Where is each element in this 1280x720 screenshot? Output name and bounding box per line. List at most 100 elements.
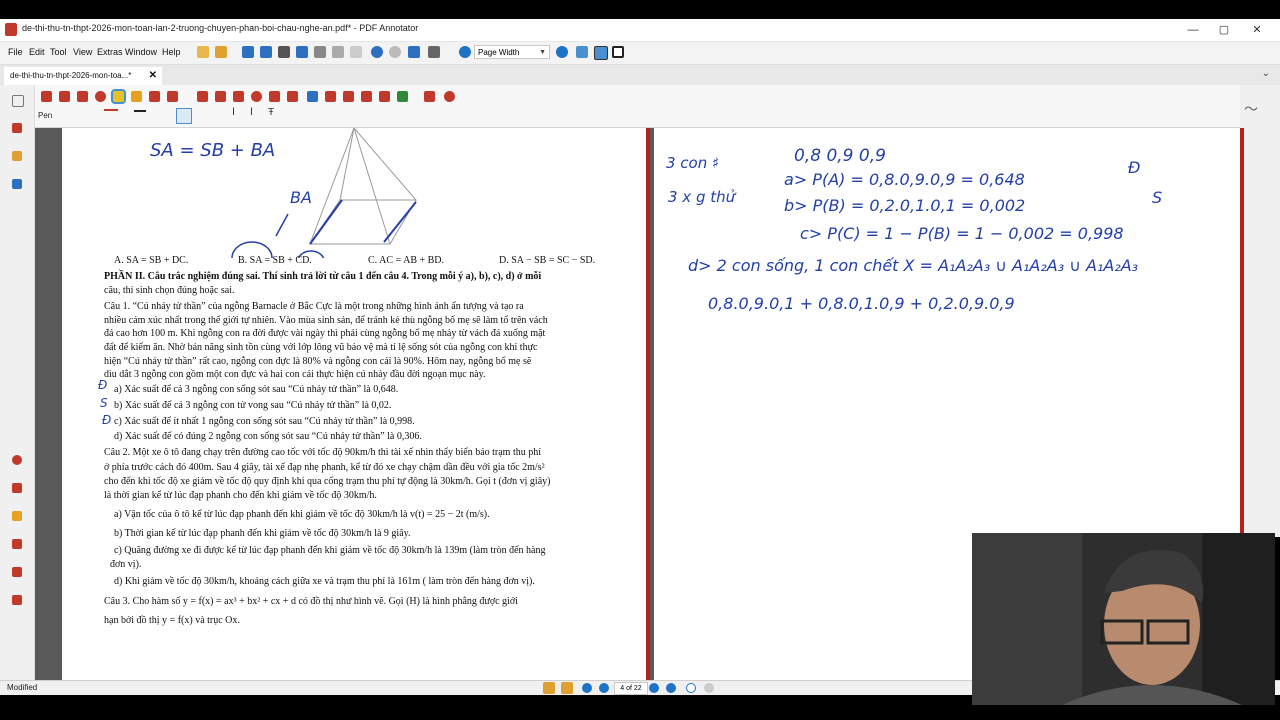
prev-page-icon[interactable] <box>599 683 609 693</box>
margin-mark-b: S <box>100 396 108 410</box>
menu-tool[interactable]: Tool <box>50 47 67 57</box>
smooth-pen-icon[interactable] <box>176 108 192 124</box>
note-mark: S <box>1152 188 1163 207</box>
question-2: Câu 2. Một xe ô tô đang chạy trên đường … <box>104 447 542 458</box>
pen-color-icon[interactable] <box>104 109 118 111</box>
paste-icon[interactable] <box>350 46 362 58</box>
annotation-toolbar <box>0 85 1280 128</box>
forward-icon[interactable] <box>704 683 714 693</box>
open-folder-icon[interactable] <box>215 46 227 58</box>
handwritten-vector-eq: SA = SB + BA <box>150 140 276 161</box>
question-1: Câu 1. “Cú nhảy tử thần” của ngỗng Barna… <box>104 301 524 312</box>
bookmark-icon[interactable] <box>543 682 555 694</box>
side-arrow-icon[interactable] <box>12 595 22 605</box>
save-icon[interactable] <box>242 46 254 58</box>
note-line: 0,8.0,9.0,1 + 0,8.0,1.0,9 + 0,2.0,9.0,9 <box>708 294 1015 313</box>
zoom-in-icon[interactable] <box>556 46 568 58</box>
cut-icon[interactable] <box>314 46 326 58</box>
attachment-icon[interactable] <box>12 179 22 189</box>
camera-icon[interactable] <box>343 91 354 102</box>
text-underline-icon[interactable]: Ⅰ <box>250 107 253 118</box>
two-page-icon[interactable] <box>594 46 608 60</box>
fullscreen-icon[interactable] <box>612 46 624 58</box>
sigma-icon[interactable] <box>424 91 435 102</box>
menu-view[interactable]: View <box>73 47 92 57</box>
note-line: 3 con ♯ <box>666 154 720 172</box>
menu-file[interactable]: File <box>8 47 23 57</box>
eraser-icon[interactable] <box>325 91 336 102</box>
folder-icon[interactable] <box>12 151 22 161</box>
page-indicator[interactable]: 4 of 22 <box>614 682 648 695</box>
crop-icon[interactable] <box>361 91 372 102</box>
current-tool-label: Pen <box>38 111 53 120</box>
text-style-icon[interactable]: Ⅰ <box>232 107 235 118</box>
single-page-icon[interactable] <box>576 46 588 58</box>
annotations-icon[interactable] <box>12 123 22 133</box>
new-document-icon[interactable] <box>197 46 209 58</box>
right-sidebar: 〜 <box>1240 85 1280 537</box>
pen-tool-icon[interactable] <box>111 89 126 104</box>
zoom-out-icon[interactable] <box>459 46 471 58</box>
hand-icon[interactable] <box>77 91 88 102</box>
text-box-icon[interactable] <box>149 91 160 102</box>
line-icon[interactable] <box>197 91 208 102</box>
export-icon[interactable] <box>296 46 308 58</box>
line-width-icon[interactable] <box>134 110 146 112</box>
navigate-icon[interactable] <box>428 46 440 58</box>
select-arrow-icon[interactable] <box>41 91 52 102</box>
select-area-icon[interactable] <box>59 91 70 102</box>
minimize-button[interactable]: — <box>1182 22 1204 38</box>
menu-help[interactable]: Help <box>162 47 181 57</box>
undo-icon[interactable] <box>371 46 383 58</box>
rectangle-icon[interactable] <box>233 91 244 102</box>
back-icon[interactable] <box>686 683 696 693</box>
side-stamp-icon[interactable] <box>12 567 22 577</box>
menu-window[interactable]: Window <box>125 47 157 57</box>
document-tab[interactable]: de-thi-thu-tn-thpt-2026-mon-toa...* ✕ <box>4 67 162 85</box>
menu-extras[interactable]: Extras <box>97 47 123 57</box>
tab-list-icon[interactable]: ⌄ <box>1262 68 1270 79</box>
first-page-icon[interactable] <box>582 683 592 693</box>
tab-label: de-thi-thu-tn-thpt-2026-mon-toa...* <box>10 71 132 80</box>
next-page-icon[interactable] <box>649 683 659 693</box>
ellipse-icon[interactable] <box>251 91 262 102</box>
side-text-icon[interactable] <box>12 539 22 549</box>
q1-option-c: c) Xác suất để ít nhất 1 ngỗng con sống … <box>114 416 415 427</box>
last-page-icon[interactable] <box>666 683 676 693</box>
zoom-select[interactable]: Page Width ▼ <box>474 45 550 59</box>
redo-icon[interactable] <box>389 46 401 58</box>
magnifier-icon[interactable] <box>95 91 106 102</box>
arrow-icon[interactable] <box>215 91 226 102</box>
highlighter-icon[interactable] <box>131 91 142 102</box>
side-pen-icon[interactable] <box>12 483 22 493</box>
zoom-value: Page Width <box>478 48 520 57</box>
ink-preview-icon[interactable]: 〜 <box>1244 99 1258 119</box>
note-line: a> P(A) = 0,8.0,9.0,9 = 0,648 <box>784 170 1025 189</box>
pages-icon[interactable] <box>12 95 24 107</box>
page-icon[interactable] <box>408 46 420 58</box>
image-icon[interactable] <box>397 91 408 102</box>
menu-edit[interactable]: Edit <box>29 47 45 57</box>
pencil-icon[interactable] <box>379 91 390 102</box>
print-icon[interactable] <box>278 46 290 58</box>
link-icon[interactable] <box>307 91 318 102</box>
bookmark-add-icon[interactable] <box>561 682 573 694</box>
close-window-button[interactable]: ✕ <box>1246 22 1268 38</box>
heart-icon[interactable] <box>444 91 455 102</box>
note-line: 0,8 0,9 0,9 <box>794 146 886 166</box>
copy-icon[interactable] <box>332 46 344 58</box>
close-tab-icon[interactable]: ✕ <box>149 67 157 85</box>
measure-icon[interactable] <box>287 91 298 102</box>
doc-line: nhiều cảm xúc nhất trong thế giới tự nhi… <box>104 315 548 326</box>
question-3: Câu 3. Cho hàm số y = f(x) = ax³ + bx² +… <box>104 596 518 607</box>
pdf-page-left[interactable]: SA = SB + BA BA A. SA = SB + DC. B. SA =… <box>62 128 646 680</box>
mail-icon[interactable] <box>269 91 280 102</box>
side-marker-icon[interactable] <box>12 511 22 521</box>
save-as-icon[interactable] <box>260 46 272 58</box>
note-mark: Đ <box>1128 158 1141 177</box>
maximize-button[interactable]: ▢ <box>1213 22 1235 38</box>
stamp-icon[interactable] <box>167 91 178 102</box>
favorites-icon[interactable] <box>12 455 22 465</box>
handwritten-ba: BA <box>290 188 312 207</box>
text-strike-icon[interactable]: Ŧ <box>268 107 274 118</box>
